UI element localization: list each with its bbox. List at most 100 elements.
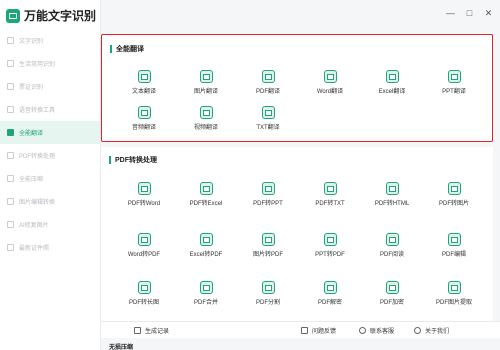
tool-label: PDF编辑: [441, 252, 466, 258]
tool-pdf-split[interactable]: PDF分割: [237, 281, 299, 306]
pdf-section-title: PDF转换处理: [109, 155, 157, 165]
tool-pdf-to-html[interactable]: PDF转HTML: [361, 182, 423, 207]
tool-image-to-pdf[interactable]: 图片转PDF: [237, 233, 299, 258]
tool-label: PDF加密: [379, 300, 404, 306]
next-section-title: 无损压缩: [109, 345, 134, 350]
history-button[interactable]: 生成记录: [134, 326, 169, 335]
translate-section-title: 全能翻译: [110, 44, 144, 54]
tool-label: 图片转PDF: [252, 252, 283, 258]
tool-label: Word翻译: [316, 89, 344, 95]
excel-translate-icon: [385, 70, 399, 83]
tool-label: PDF翻译: [255, 89, 280, 95]
about-button[interactable]: 关于我们: [414, 326, 449, 335]
tool-excel-translate[interactable]: Excel翻译: [361, 70, 423, 95]
tool-label: PDF转HTML: [374, 201, 410, 207]
sidebar-item-life-ocr[interactable]: 生活常用识别: [0, 52, 100, 75]
sidebar-item-ai-repair[interactable]: AI修复图片: [0, 213, 100, 236]
image-to-pdf-icon: [261, 233, 275, 246]
close-button[interactable]: ✕: [484, 9, 493, 18]
text-recognition-icon: [7, 37, 14, 44]
sidebar-item-image-edit[interactable]: 图片编辑转换: [0, 190, 100, 213]
pdf-to-html-icon: [385, 182, 399, 195]
sidebar-item-id-photo[interactable]: 最新证件照: [0, 236, 100, 259]
sidebar-item-label: 图片编辑转换: [19, 200, 56, 206]
tool-pdf-to-long-image[interactable]: PDF转长图: [113, 281, 175, 306]
sidebar-item-pdf[interactable]: PDF转换处理: [0, 144, 100, 167]
sidebar-item-compress[interactable]: 全能压缩: [0, 167, 100, 190]
pdf-editor-icon: [447, 233, 461, 246]
pdf-translate-icon: [261, 70, 275, 83]
sidebar-item-label: 全能压缩: [19, 177, 44, 183]
tool-pdf-to-excel[interactable]: PDF转Excel: [175, 182, 237, 207]
tool-label: PPT转PDF: [315, 252, 345, 258]
tool-pdf-to-image[interactable]: PDF转图片: [423, 182, 485, 207]
tool-label: PDF转TXT: [315, 201, 345, 207]
tool-word-to-pdf[interactable]: Word转PDF: [113, 233, 175, 258]
voice-icon: [7, 106, 14, 113]
tool-pdf-to-word[interactable]: PDF转Word: [113, 182, 175, 207]
pdf-to-long-image-icon: [137, 281, 151, 294]
tool-word-translate[interactable]: Word翻译: [299, 70, 361, 95]
tool-pdf-image-extract[interactable]: PDF图片提取: [423, 281, 485, 306]
pdf-decrypt-icon: [323, 281, 337, 294]
tool-label: PDF图片提取: [435, 300, 472, 306]
tool-label: 图片翻译: [193, 89, 218, 95]
tool-pdf-decrypt[interactable]: PDF解密: [299, 281, 361, 306]
tool-pdf-translate[interactable]: PDF翻译: [237, 70, 299, 95]
pdf-split-icon: [261, 281, 275, 294]
tool-label: PPT翻译: [442, 89, 466, 95]
minimize-button[interactable]: —: [446, 9, 455, 18]
sidebar-item-voice-tools[interactable]: 语音转换工具: [0, 98, 100, 121]
tool-text-translate[interactable]: 文本翻译: [113, 70, 175, 95]
sidebar-item-ticket-ocr[interactable]: 票证识别: [0, 75, 100, 98]
pdf-icon: [7, 152, 14, 159]
ppt-translate-icon: [447, 70, 461, 83]
tool-pdf-encrypt[interactable]: PDF加密: [361, 281, 423, 306]
id-photo-icon: [7, 244, 14, 251]
sidebar-item-translate[interactable]: 全能翻译: [0, 121, 100, 144]
sidebar-item-ocr[interactable]: 文字识别: [0, 29, 100, 52]
excel-to-pdf-icon: [199, 233, 213, 246]
pdf-to-ppt-icon: [261, 182, 275, 195]
tool-pdf-merge[interactable]: PDF合并: [175, 281, 237, 306]
video-translate-icon: [199, 106, 213, 119]
sidebar-item-label: 全能翻译: [19, 131, 44, 137]
bottom-bar: 生成记录 问题反馈 联系客服 关于我们: [101, 321, 500, 338]
maximize-button[interactable]: □: [465, 9, 474, 18]
tool-pdf-reader[interactable]: PDF阅读: [361, 233, 423, 258]
tool-image-translate[interactable]: 图片翻译: [175, 70, 237, 95]
tool-label: PDF转Word: [127, 201, 161, 207]
tool-ppt-translate[interactable]: PPT翻译: [423, 70, 485, 95]
tool-ppt-to-pdf[interactable]: PPT转PDF: [299, 233, 361, 258]
tool-label: Word转PDF: [127, 252, 161, 258]
tool-video-translate[interactable]: 视频翻译: [175, 106, 237, 131]
tool-label: PDF转长图: [128, 300, 159, 306]
image-translate-icon: [199, 70, 213, 83]
sidebar-item-label: AI修复图片: [19, 223, 49, 229]
pdf-section: PDF转换处理 PDF转Word PDF转Excel PDF转PPT PDF转T…: [101, 147, 493, 337]
sidebar-item-label: 票证识别: [19, 85, 44, 91]
tool-label: 音频翻译: [131, 125, 156, 131]
word-translate-icon: [323, 70, 337, 83]
tool-pdf-editor[interactable]: PDF编辑: [423, 233, 485, 258]
sidebar-item-label: 生活常用识别: [19, 62, 56, 68]
tool-excel-to-pdf[interactable]: Excel转PDF: [175, 233, 237, 258]
tool-txt-translate[interactable]: TXT翻译: [237, 106, 299, 131]
sidebar-nav: 文字识别 生活常用识别 票证识别 语音转换工具 全能翻译 PDF转换处理 全能压…: [0, 29, 100, 259]
tool-pdf-to-txt[interactable]: PDF转TXT: [299, 182, 361, 207]
sidebar-item-label: 最新证件照: [19, 246, 50, 252]
pdf-merge-icon: [199, 281, 213, 294]
tool-label: Excel转PDF: [189, 252, 223, 258]
window-controls: — □ ✕: [446, 9, 493, 18]
sidebar-item-label: PDF转换处理: [19, 154, 56, 160]
tool-label: TXT翻译: [256, 125, 280, 131]
tool-label: PDF合并: [193, 300, 218, 306]
main-content: 全能翻译 文本翻译 图片翻译 PDF翻译 Word翻译 Excel翻译 PPT翻…: [101, 25, 500, 350]
feedback-button[interactable]: 问题反馈: [301, 326, 336, 335]
tool-label: PDF转Excel: [189, 201, 223, 207]
tool-pdf-to-ppt[interactable]: PDF转PPT: [237, 182, 299, 207]
tool-audio-translate[interactable]: 音频翻译: [113, 106, 175, 131]
about-label: 关于我们: [425, 329, 450, 335]
contact-button[interactable]: 联系客服: [359, 326, 394, 335]
tool-label: Excel翻译: [378, 89, 406, 95]
